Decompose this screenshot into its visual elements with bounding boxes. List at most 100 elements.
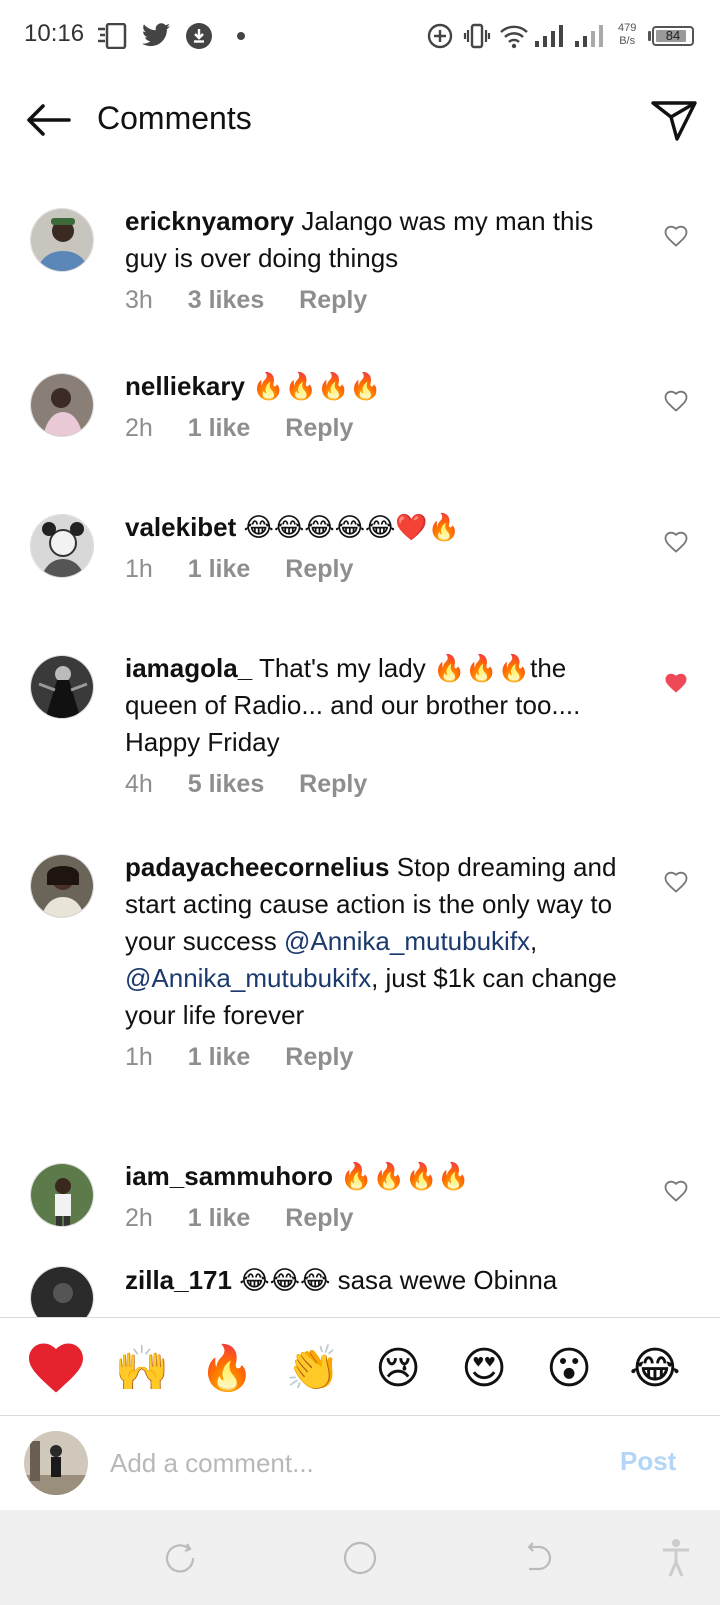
- reply-button[interactable]: Reply: [285, 1204, 353, 1233]
- heart-outline-icon: [664, 1180, 688, 1202]
- heart-outline-icon: [664, 390, 688, 412]
- system-navigation-bar: [0, 1510, 720, 1605]
- comment-username[interactable]: valekibet: [125, 512, 236, 542]
- comment-time: 1h: [125, 555, 153, 583]
- wifi-icon: [498, 20, 530, 52]
- avatar[interactable]: [30, 514, 94, 578]
- comment-username[interactable]: iam_sammuhoro: [125, 1161, 333, 1191]
- reply-button[interactable]: Reply: [285, 555, 353, 584]
- comment-likes[interactable]: 5 likes: [188, 770, 264, 799]
- network-speed-value: 479: [618, 22, 637, 34]
- battery-level: 84: [665, 28, 681, 43]
- mention-link[interactable]: @Annika_mutubukifx: [125, 963, 371, 993]
- comment-composer: Post: [0, 1415, 720, 1510]
- comment-meta: 1h 1 like Reply: [125, 555, 381, 584]
- download-icon: [184, 20, 214, 52]
- share-button[interactable]: [646, 92, 702, 148]
- like-button[interactable]: [660, 866, 692, 898]
- comment-message: 😂😂😂 sasa wewe Obinna: [239, 1265, 558, 1295]
- paper-plane-icon: [651, 101, 697, 141]
- comment-text: iam_sammuhoro 🔥🔥🔥🔥: [125, 1158, 640, 1195]
- comment-meta: 4h 5 likes Reply: [125, 770, 395, 799]
- vibrate-icon: [462, 20, 492, 52]
- like-button[interactable]: [660, 385, 692, 417]
- heart-outline-icon: [664, 871, 688, 893]
- comment-text: valekibet 😂😂😂😂😂❤️🔥: [125, 509, 640, 546]
- comment-text: iamagola_ That's my lady 🔥🔥🔥the queen of…: [125, 650, 640, 761]
- accessibility-icon: [663, 1539, 689, 1577]
- status-time: 10:16: [24, 20, 85, 47]
- recents-icon: [165, 1543, 195, 1573]
- comments-list[interactable]: ericknyamory Jalango was my man this guy…: [0, 168, 720, 1317]
- comment-time: 3h: [125, 286, 153, 314]
- red-heart-icon: [29, 1343, 83, 1393]
- avatar[interactable]: [30, 373, 94, 437]
- reaction-crying-button[interactable]: 😢: [366, 1336, 430, 1400]
- back-button[interactable]: [22, 94, 74, 146]
- like-button[interactable]: [660, 1175, 692, 1207]
- reaction-raised-hands-button[interactable]: 🙌: [110, 1336, 174, 1400]
- comment-time: 2h: [125, 1204, 153, 1232]
- comment-username[interactable]: padayacheecornelius: [125, 852, 389, 882]
- current-user-avatar: [24, 1431, 88, 1495]
- reply-button[interactable]: Reply: [285, 414, 353, 443]
- reaction-heart-eyes-button[interactable]: 😍: [452, 1336, 516, 1400]
- reaction-heart-button[interactable]: [24, 1336, 88, 1400]
- comment-meta: 2h 1 like Reply: [125, 1204, 381, 1233]
- comment-likes[interactable]: 1 like: [188, 1204, 251, 1233]
- comment-username[interactable]: nelliekary: [125, 371, 245, 401]
- comment-username[interactable]: ericknyamory: [125, 206, 294, 236]
- avatar[interactable]: [30, 208, 94, 272]
- status-bar: 10:16 479 B/s 84: [0, 0, 720, 72]
- twitter-icon: [140, 20, 172, 52]
- reply-button[interactable]: Reply: [299, 770, 367, 799]
- avatar[interactable]: [30, 1163, 94, 1227]
- comment-time: 4h: [125, 770, 153, 798]
- network-speed: 479 B/s: [618, 22, 636, 48]
- comment-message: 🔥🔥🔥🔥: [252, 371, 382, 401]
- reply-button[interactable]: Reply: [285, 1043, 353, 1072]
- header: Comments: [0, 72, 720, 168]
- arrow-left-icon: [27, 104, 71, 136]
- back-nav-button[interactable]: [516, 1536, 560, 1580]
- comment-likes[interactable]: 1 like: [188, 1043, 251, 1072]
- heart-outline-icon: [664, 531, 688, 553]
- reaction-laughing-button[interactable]: 😂: [623, 1336, 687, 1400]
- signal-strength-1-icon: [532, 20, 568, 52]
- post-button[interactable]: Post: [620, 1446, 676, 1477]
- comment-likes[interactable]: 1 like: [188, 555, 251, 584]
- comment-likes[interactable]: 3 likes: [188, 286, 264, 315]
- avatar[interactable]: [30, 655, 94, 719]
- notification-list-icon: [96, 20, 128, 52]
- heart-outline-icon: [664, 225, 688, 247]
- like-button[interactable]: [660, 526, 692, 558]
- avatar[interactable]: [30, 854, 94, 918]
- back-nav-icon: [527, 1542, 552, 1571]
- comment-likes[interactable]: 1 like: [188, 414, 251, 443]
- quick-reaction-bar: 🙌 🔥 👏 😢 😍 😮 😂: [0, 1317, 720, 1415]
- reaction-surprised-button[interactable]: 😮: [537, 1336, 601, 1400]
- reaction-fire-button[interactable]: 🔥: [195, 1336, 259, 1400]
- comment-username[interactable]: iamagola_: [125, 653, 252, 683]
- comment-separator: ,: [530, 926, 538, 956]
- home-button[interactable]: [338, 1536, 382, 1580]
- mention-link[interactable]: @Annika_mutubukifx: [284, 926, 530, 956]
- comment-meta: 3h 3 likes Reply: [125, 286, 395, 315]
- like-button[interactable]: [660, 667, 692, 699]
- battery-icon: 84: [652, 26, 694, 46]
- comment-message-part1: That's my lady: [258, 653, 426, 683]
- avatar[interactable]: [30, 1266, 94, 1317]
- like-button[interactable]: [660, 220, 692, 252]
- comment-meta: 2h 1 like Reply: [125, 414, 381, 443]
- comment-text: ericknyamory Jalango was my man this guy…: [125, 203, 640, 277]
- reaction-clap-button[interactable]: 👏: [281, 1336, 345, 1400]
- signal-strength-2-icon: [572, 20, 608, 52]
- comment-username[interactable]: zilla_171: [125, 1265, 232, 1295]
- reply-button[interactable]: Reply: [299, 286, 367, 315]
- comment-input[interactable]: [110, 1438, 590, 1488]
- page-title: Comments: [97, 100, 252, 136]
- recent-apps-button[interactable]: [158, 1536, 202, 1580]
- comment-message: 😂😂😂😂😂❤️🔥: [243, 512, 461, 542]
- heart-filled-icon: [665, 673, 687, 693]
- accessibility-button[interactable]: [654, 1536, 698, 1580]
